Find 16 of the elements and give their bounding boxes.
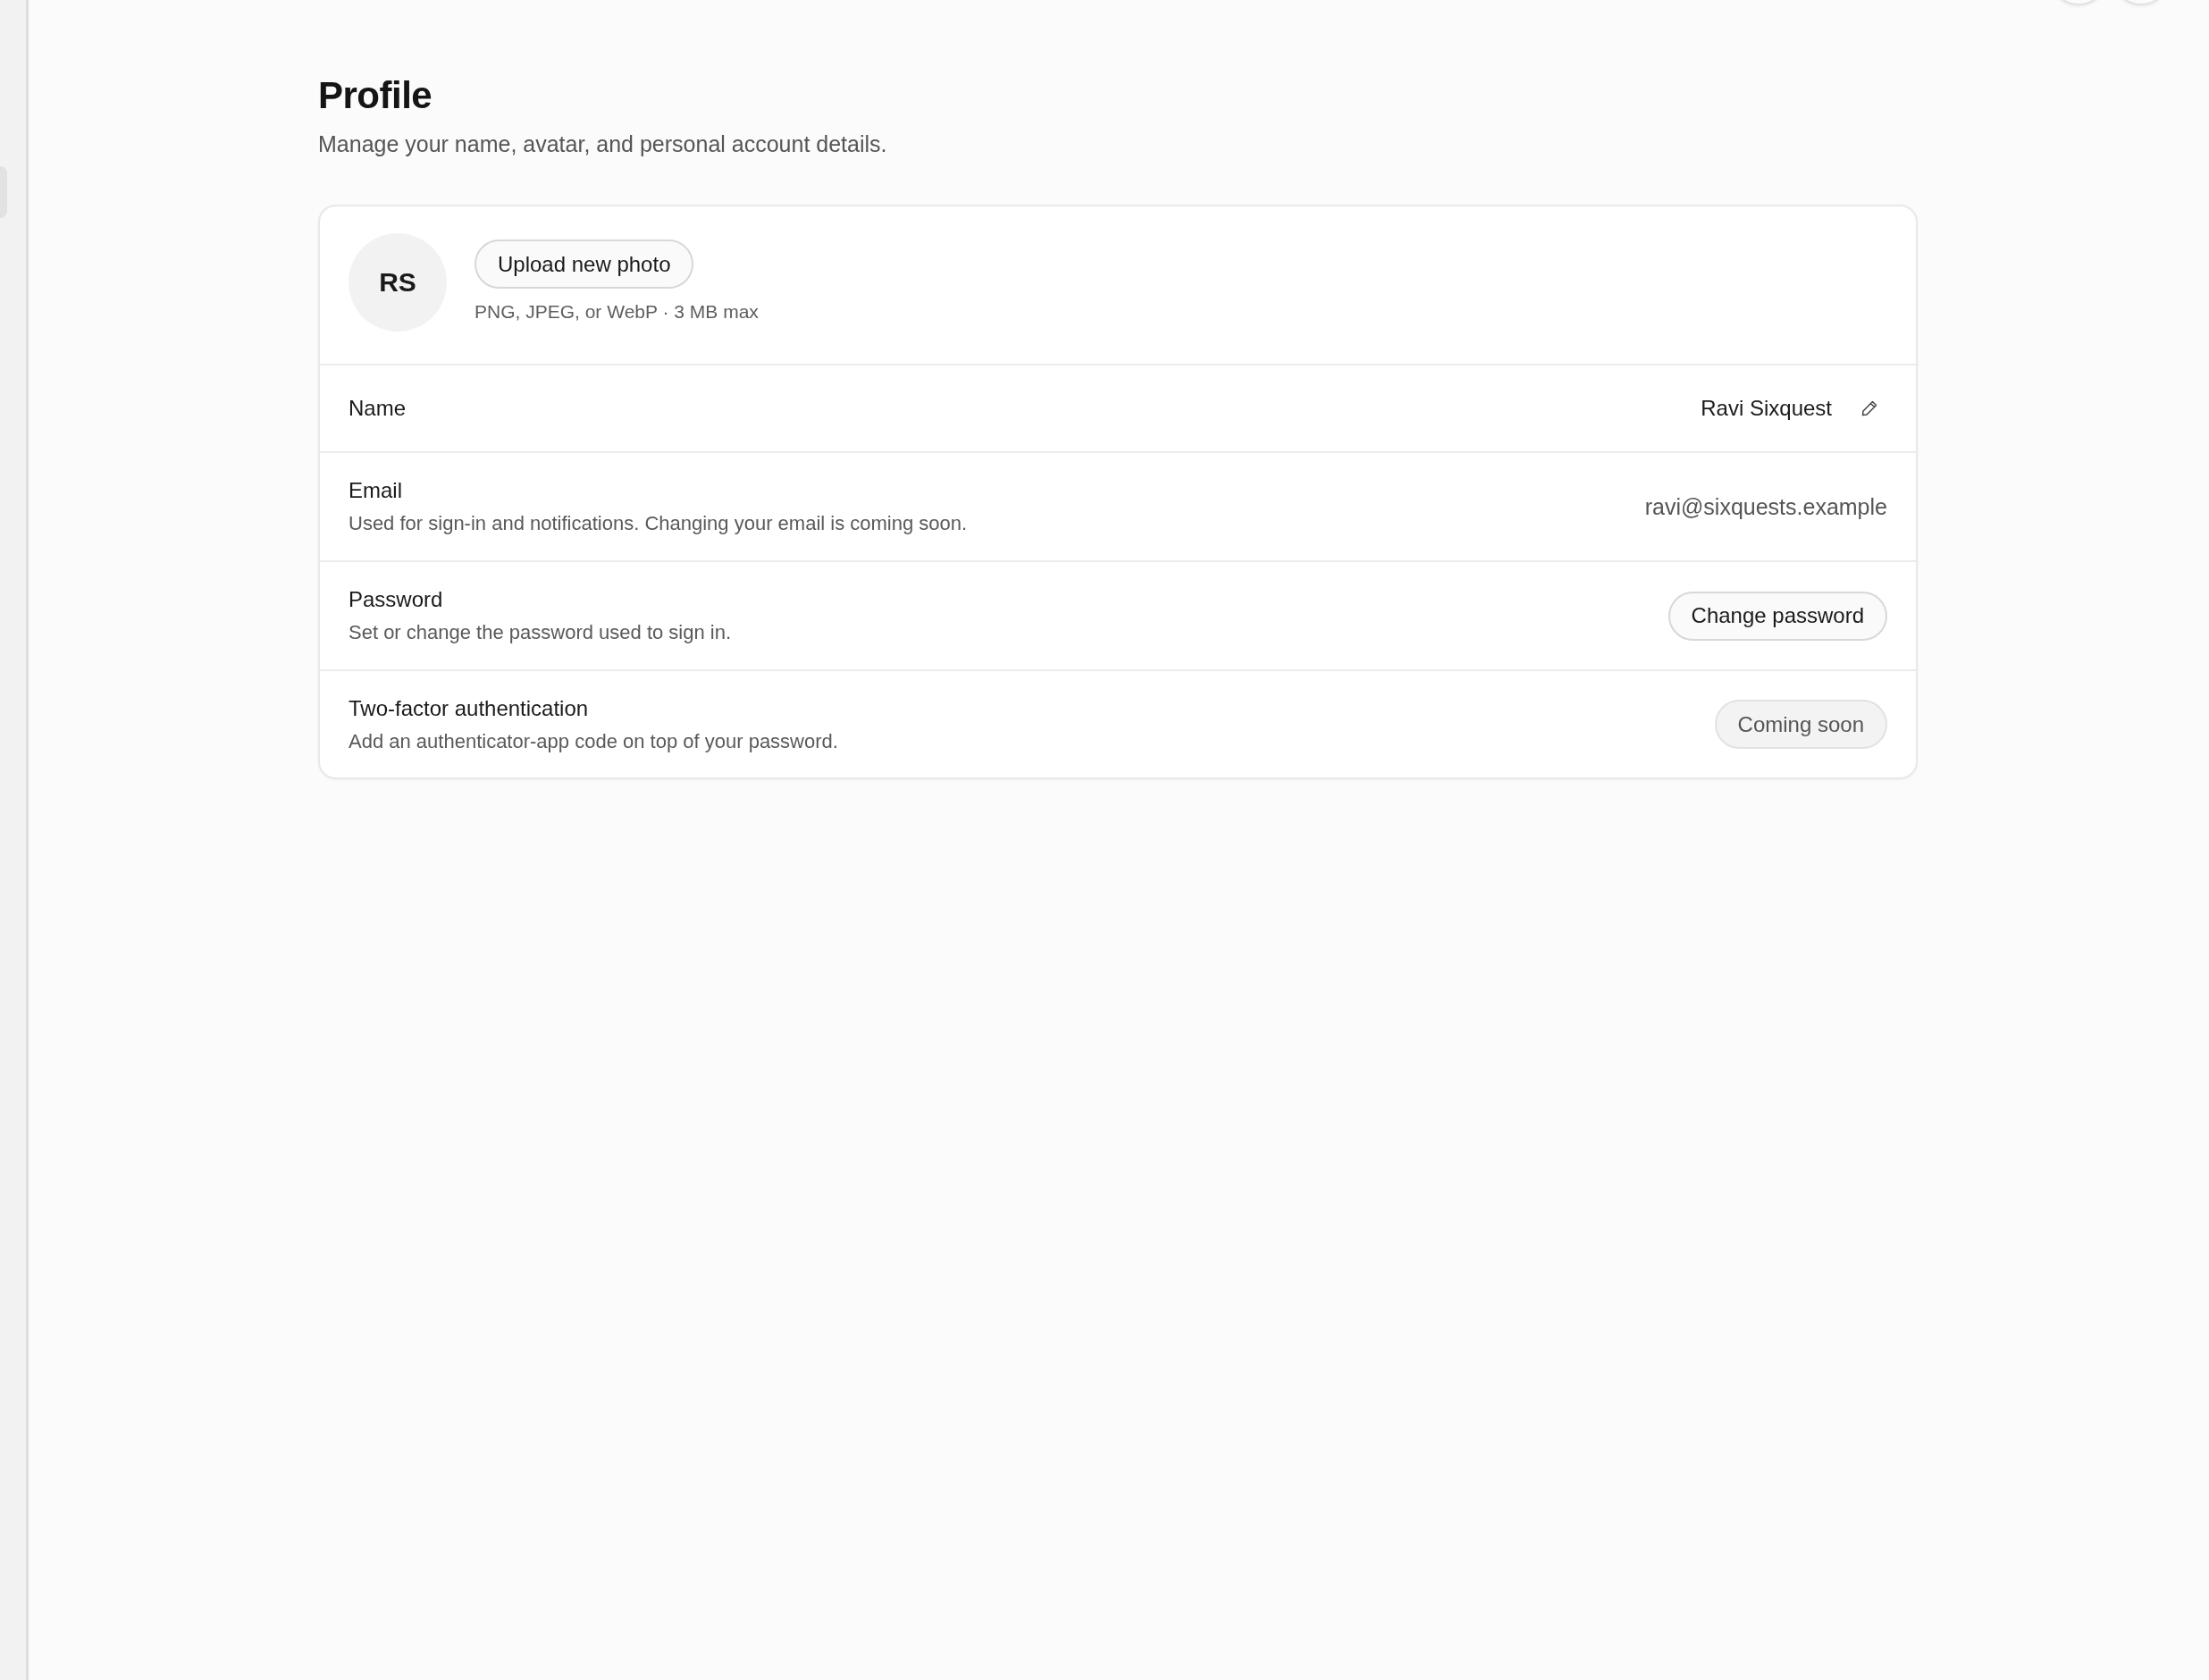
setting-label: Password (349, 587, 444, 612)
setting-label: Two-factor authentication (349, 695, 590, 721)
setting-value: ravi@sixquests.example (1644, 493, 1887, 520)
upload-hint: PNG, JPEG, or WebP · 3 MB max (475, 301, 759, 323)
setting-label: Name (349, 396, 407, 421)
upload-photo-button[interactable]: Upload new photo (475, 239, 694, 289)
pencil-icon (1860, 399, 1878, 417)
setting-label: Email (349, 478, 403, 503)
setting-button[interactable]: Change password (1667, 591, 1887, 641)
page-title: Profile (318, 73, 433, 118)
page-subtitle: Manage your name, avatar, and personal account details. (318, 130, 888, 158)
setting-description: Set or change the password used to sign in. (349, 621, 732, 644)
setting-value: Ravi Sixquest (1701, 396, 1832, 421)
avatar-initials: RS (349, 233, 447, 332)
setting-description: Used for sign-in and notifications. Changing your email is coming soon. (349, 512, 968, 535)
setting-description: Add an authenticator-app code on top of your password. (349, 729, 838, 753)
